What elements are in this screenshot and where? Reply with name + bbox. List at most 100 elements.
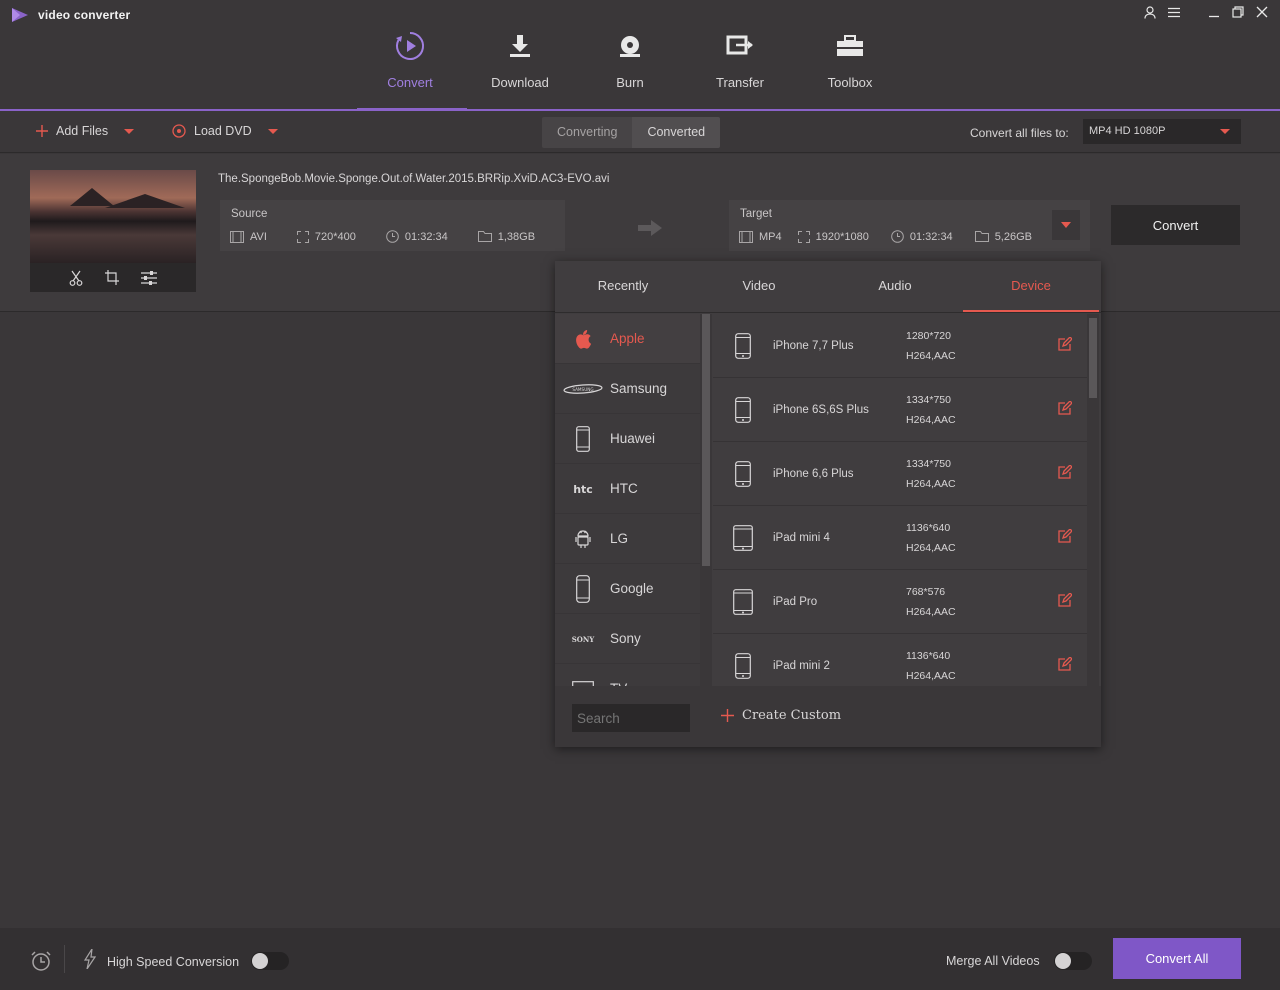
nav-download[interactable]: Download [465, 28, 575, 108]
edit-icon[interactable] [1058, 465, 1072, 479]
nav-burn-label: Burn [616, 75, 644, 90]
close-icon[interactable] [1250, 3, 1274, 21]
crop-icon[interactable] [105, 270, 119, 285]
edit-tools [30, 263, 196, 292]
device-item[interactable]: iPad Pro 768*576 H264,AAC [713, 570, 1087, 634]
edit-icon[interactable] [1058, 593, 1072, 607]
nav-toolbox[interactable]: Toolbox [795, 28, 905, 108]
device-item[interactable]: iPad mini 4 1136*640 H264,AAC [713, 506, 1087, 570]
device-resolution: 1334*750 [906, 393, 951, 406]
device-item[interactable]: iPhone 6S,6S Plus 1334*750 H264,AAC [713, 378, 1087, 442]
nav-convert[interactable]: Convert [355, 28, 467, 111]
nav-burn[interactable]: Burn [575, 28, 685, 108]
load-dvd-dropdown-icon[interactable] [267, 128, 278, 134]
app-logo-icon [12, 8, 28, 22]
tab-converting[interactable]: Converting [542, 117, 633, 148]
format-selector-popup: Recently Video Audio Device Apple SAMSUN… [555, 261, 1101, 747]
target-format-dropdown[interactable] [1052, 210, 1080, 240]
create-custom-button[interactable]: Create Custom [721, 708, 841, 723]
app-title: video converter [38, 8, 131, 22]
brand-label-apple: Apple [610, 331, 645, 346]
convert-all-button[interactable]: Convert All [1113, 938, 1241, 979]
brand-label-htc: HTC [610, 481, 638, 496]
tab-device[interactable]: Device [963, 261, 1099, 312]
brand-item-google[interactable]: Google [555, 564, 700, 614]
merge-all-videos-label: Merge All Videos [946, 954, 1040, 968]
divider [64, 945, 65, 973]
edit-icon[interactable] [1058, 337, 1072, 351]
brand-label-huawei: Huawei [610, 431, 656, 446]
device-list: iPhone 7,7 Plus 1280*720 H264,AAC iPhone … [713, 314, 1087, 686]
device-scrollbar[interactable] [1087, 314, 1099, 686]
edit-icon[interactable] [1058, 529, 1072, 543]
brand-label-google: Google [610, 581, 654, 596]
transfer-icon [726, 35, 753, 55]
toolbox-icon [837, 35, 863, 56]
merge-videos-toggle[interactable] [1054, 952, 1092, 970]
phone-icon [735, 332, 751, 359]
tab-audio[interactable]: Audio [827, 261, 963, 312]
brand-scrollbar[interactable] [700, 314, 712, 686]
arrow-right-icon [638, 220, 662, 236]
nav-toolbox-label: Toolbox [827, 75, 873, 90]
clock-icon [386, 230, 399, 243]
menu-icon[interactable] [1162, 3, 1186, 21]
format-category-tabs: Recently Video Audio Device [555, 261, 1101, 313]
phone-icon [735, 396, 751, 423]
device-name: iPhone 6S,6S Plus [773, 403, 869, 416]
output-format-select[interactable]: MP4 HD 1080P [1083, 119, 1241, 144]
nav-transfer-label: Transfer [716, 75, 764, 90]
load-dvd-label: Load DVD [194, 124, 252, 138]
device-name: iPad mini 4 [773, 531, 830, 544]
search-input[interactable] [572, 704, 690, 732]
edit-icon[interactable] [1058, 657, 1072, 671]
output-format-value: MP4 HD 1080P [1089, 125, 1166, 137]
tab-converted[interactable]: Converted [632, 117, 721, 148]
device-resolution: 1136*640 [906, 521, 951, 534]
phone-icon [735, 652, 751, 679]
trim-icon[interactable] [69, 270, 83, 286]
device-item[interactable]: iPad mini 2 1136*640 H264,AAC [713, 634, 1087, 686]
source-format: AVI [250, 230, 267, 243]
alarm-clock-icon[interactable] [30, 950, 52, 972]
restore-icon[interactable] [1226, 3, 1250, 21]
brand-item-lg[interactable]: LG [555, 514, 700, 564]
thumbnail-image[interactable] [30, 170, 196, 263]
tab-video[interactable]: Video [691, 261, 827, 312]
main-nav: Convert Download Burn Transfer Toolbox [355, 28, 905, 111]
brand-label-lg: LG [610, 531, 629, 546]
load-dvd-button[interactable]: Load DVD [172, 124, 278, 138]
add-files-button[interactable]: Add Files [36, 124, 135, 138]
user-icon[interactable] [1138, 3, 1162, 21]
effects-icon[interactable] [141, 270, 157, 285]
device-item[interactable]: iPhone 7,7 Plus 1280*720 H264,AAC [713, 314, 1087, 378]
create-custom-label: Create Custom [742, 708, 842, 723]
convert-button[interactable]: Convert [1111, 205, 1240, 245]
source-resolution: 720*400 [314, 230, 356, 243]
brand-label-samsung: Samsung [610, 381, 668, 396]
brand-item-htc[interactable]: htc HTC [555, 464, 700, 514]
tab-recently[interactable]: Recently [555, 261, 691, 312]
add-files-dropdown-icon[interactable] [124, 128, 135, 134]
device-name: iPad mini 2 [773, 659, 830, 672]
svg-text:SONY: SONY [571, 635, 595, 644]
phone-icon [575, 425, 590, 452]
device-item[interactable]: iPhone 6,6 Plus 1334*750 H264,AAC [713, 442, 1087, 506]
device-codec: H264,AAC [906, 477, 956, 490]
brand-item-sony[interactable]: SONY Sony [555, 614, 700, 664]
brand-item-huawei[interactable]: Huawei [555, 414, 700, 464]
high-speed-toggle[interactable] [251, 952, 289, 970]
film-icon [230, 230, 244, 243]
target-resolution: 1920*1080 [815, 230, 869, 243]
brand-item-samsung[interactable]: SAMSUNG Samsung [555, 364, 700, 414]
brand-item-tv[interactable]: TV [555, 664, 700, 686]
source-label: Source [231, 208, 268, 220]
nav-transfer[interactable]: Transfer [685, 28, 795, 108]
minimize-icon[interactable] [1202, 3, 1226, 21]
device-codec: H264,AAC [906, 413, 956, 426]
edit-icon[interactable] [1058, 401, 1072, 415]
target-info: Target MP4 1920*1080 01:32:34 5,26GB [729, 200, 1090, 251]
brand-item-apple[interactable]: Apple [555, 314, 700, 364]
device-codec: H264,AAC [906, 605, 956, 618]
phone-icon [575, 574, 590, 603]
